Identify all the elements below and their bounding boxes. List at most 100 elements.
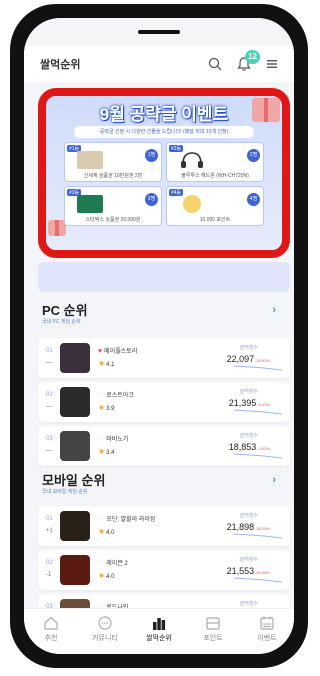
metric-label: 쌀먹점수 bbox=[239, 601, 258, 607]
notification-button[interactable]: 12 bbox=[236, 50, 260, 72]
star-icon: ★ bbox=[98, 403, 106, 412]
app-title: 쌀먹순위 bbox=[40, 59, 81, 71]
prize-card: #2등 2명 블루투스 헤드폰 (WH-CH720N) bbox=[166, 142, 264, 182]
prize-name: 신세계 상품권 10만원권 2장 bbox=[83, 173, 143, 179]
game-rating: ★4.0 bbox=[98, 527, 115, 536]
promo-strip[interactable] bbox=[38, 262, 290, 292]
raven2-game-icon bbox=[60, 555, 90, 585]
game-name-row: ♡ 오딘: 발할라 라이징 bbox=[98, 514, 155, 523]
chat-icon bbox=[98, 616, 112, 630]
prize-name: 10,000 포인트 bbox=[199, 217, 231, 223]
wallet-icon bbox=[206, 617, 220, 630]
star-icon: ★ bbox=[98, 359, 106, 368]
metric-value-group: 21,553-50.38% bbox=[227, 566, 270, 576]
nav-label: 이벤트 bbox=[257, 635, 277, 642]
metric-change: -36.28% bbox=[255, 526, 270, 531]
sparkline bbox=[234, 533, 282, 539]
nav-label: 쌀먹순위 bbox=[146, 635, 172, 642]
heart-icon[interactable]: ♡ bbox=[98, 560, 104, 567]
rating-value: 4.0 bbox=[106, 530, 115, 536]
prize-card: #3등 3명 스타벅스 상품권 20,000원 bbox=[64, 186, 162, 226]
metric-value-group: 21,898-36.28% bbox=[227, 522, 270, 532]
game-name: 로스트아크 bbox=[106, 393, 134, 399]
metric-label: 쌀먹점수 bbox=[239, 433, 258, 439]
app-header: 쌀먹순위 12 bbox=[24, 46, 294, 82]
metric-change: -3.02% bbox=[257, 446, 270, 451]
game-name-row: ♥ 메이플스토리 bbox=[98, 346, 137, 355]
banner-subtitle: 공략글 선정 시 다양한 선물을 드립니다! (매달 최대 10개 선정) bbox=[74, 126, 254, 138]
event-banner[interactable]: 9월 공략글 이벤트 공략글 선정 시 다양한 선물을 드립니다! (매달 최대… bbox=[46, 96, 282, 250]
nav-label: 포인트 bbox=[203, 635, 223, 642]
star-icon: ★ bbox=[98, 447, 106, 456]
metric-label: 쌀먹점수 bbox=[239, 513, 258, 519]
prize-name: 스타벅스 상품권 20,000원 bbox=[85, 217, 141, 223]
chevron-right-icon[interactable]: › bbox=[272, 304, 276, 316]
game-name: 오딘: 발할라 라이징 bbox=[106, 517, 156, 523]
game-name: 레이븐 2 bbox=[106, 561, 128, 567]
game-name-row: ♡ 마비노기 bbox=[98, 434, 128, 443]
menu-icon[interactable] bbox=[266, 58, 278, 70]
game-name: 메이플스토리 bbox=[104, 349, 138, 355]
prize-tag: #4등 bbox=[169, 189, 184, 196]
metric-value: 21,898 bbox=[226, 522, 255, 532]
prize-rank: 1명 bbox=[145, 149, 158, 162]
nav-item-home[interactable]: 추천 bbox=[27, 615, 75, 643]
rating-value: 4.1 bbox=[106, 362, 115, 368]
prize-rank: 4명 bbox=[247, 193, 260, 206]
heart-icon[interactable]: ♡ bbox=[98, 392, 104, 399]
sparkline bbox=[234, 453, 282, 459]
game-name-row: ♡ 로스트아크 bbox=[98, 390, 134, 399]
heart-icon[interactable]: ♡ bbox=[98, 516, 104, 523]
prize-card: #4등 4명 10,000 포인트 bbox=[166, 186, 264, 226]
prize-card: #1등 1명 신세계 상품권 10만원권 2장 bbox=[64, 142, 162, 182]
game-rating: ★4.0 bbox=[98, 571, 115, 580]
headphones-icon bbox=[181, 152, 203, 168]
nav-label: 커뮤니티 bbox=[92, 635, 118, 642]
nav-item-community[interactable]: 커뮤니티 bbox=[81, 615, 129, 643]
calendar-icon bbox=[260, 616, 274, 630]
chevron-right-icon[interactable]: › bbox=[272, 474, 276, 486]
rank-row[interactable]: 03— ♡ 마비노기 ★3.4 쌀먹점수 18,853-3.02% bbox=[38, 426, 290, 466]
heart-icon[interactable]: ♡ bbox=[98, 436, 104, 443]
rank-number: 01 bbox=[46, 516, 53, 522]
nav-item-events[interactable]: 이벤트 bbox=[243, 615, 291, 643]
rank-row[interactable]: 02 -1 ♡ 레이븐 2 ★4.0 쌀먹점수 21,553-50.38% bbox=[38, 550, 290, 590]
gift-card-image bbox=[77, 151, 103, 169]
rank-change: -1 bbox=[46, 572, 52, 578]
pc-section-subtitle: 국내 PC 게임 순위 bbox=[42, 319, 81, 325]
nav-item-ranking[interactable]: 쌀먹순위 bbox=[135, 615, 183, 643]
speaker-notch bbox=[138, 30, 180, 34]
sparkline bbox=[234, 365, 282, 371]
nav-item-points[interactable]: 포인트 bbox=[189, 615, 237, 643]
rank-change: — bbox=[46, 404, 52, 410]
search-icon[interactable] bbox=[208, 57, 222, 71]
rank-number: 01 bbox=[46, 348, 53, 354]
game-rating: ★4.1 bbox=[98, 359, 115, 368]
metric-change: -6.41% bbox=[257, 402, 270, 407]
home-icon bbox=[44, 616, 58, 630]
mabinogi-logo-icon bbox=[60, 431, 90, 461]
rank-row[interactable]: 02— ♡ 로스트아크 ★3.9 쌀먹점수 21,395-6.41% bbox=[38, 382, 290, 422]
metric-label: 쌀먹점수 bbox=[239, 557, 258, 563]
metric-label: 쌀먹점수 bbox=[239, 345, 258, 351]
rating-value: 4.0 bbox=[106, 574, 115, 580]
sparkline bbox=[234, 409, 282, 415]
rank-change: — bbox=[46, 360, 52, 366]
rank-row[interactable]: 01 — ♥ 메이플스토리 ★4.1 쌀먹점수 22,097-26.92% bbox=[38, 338, 290, 378]
nav-label: 추천 bbox=[44, 635, 58, 642]
game-rating: ★3.4 bbox=[98, 447, 115, 456]
game-name: 마비노기 bbox=[106, 437, 129, 443]
odin-game-icon bbox=[60, 511, 90, 541]
rating-value: 3.9 bbox=[106, 406, 115, 412]
sparkline bbox=[234, 577, 282, 583]
star-icon: ★ bbox=[98, 571, 106, 580]
prize-name: 블루투스 헤드폰 (WH-CH720N) bbox=[181, 173, 249, 179]
rank-row[interactable]: 01 +1 ♡ 오딘: 발할라 라이징 ★4.0 쌀먹점수 21,898-36.28% bbox=[38, 506, 290, 546]
metric-value: 22,097 bbox=[226, 354, 255, 364]
metric-value: 21,553 bbox=[226, 566, 255, 576]
heart-icon[interactable]: ♥ bbox=[98, 348, 102, 355]
starbucks-card-image bbox=[77, 195, 103, 213]
event-banner-highlight[interactable]: 9월 공략글 이벤트 공략글 선정 시 다양한 선물을 드립니다! (매달 최대… bbox=[38, 88, 290, 258]
metric-value-group: 18,853-3.02% bbox=[229, 442, 270, 452]
metric-value: 21,395 bbox=[228, 398, 257, 408]
